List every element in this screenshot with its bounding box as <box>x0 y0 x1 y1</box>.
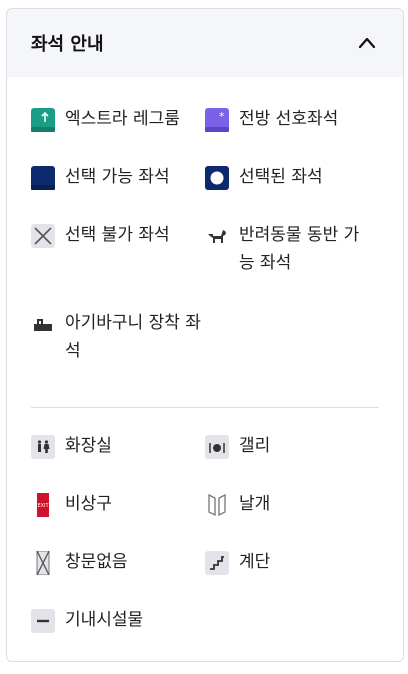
unavailable-seat-icon <box>31 224 55 248</box>
legend-label: 화장실 <box>65 436 112 456</box>
legend-label: 선택된 좌석 <box>239 167 323 187</box>
available-seat-icon <box>31 166 55 190</box>
seat-guide-panel: 좌석 안내 엑스트라 레그룸 * 전방 선호좌석 선택 가능 좌석 선택된 좌석… <box>6 8 404 662</box>
panel-title: 좌석 안내 <box>31 34 104 55</box>
legend-label: 엑스트라 레그룸 <box>65 109 180 129</box>
legend-front-preferred: * 전방 선호좌석 <box>205 107 379 165</box>
facility-legend: 화장실 갤리 EXIT 비상구 날개 창문없음 계단 기내시설물 <box>7 434 403 661</box>
legend-label: 반려동물 동반 가능 좌석 <box>239 225 360 273</box>
lavatory-icon <box>31 435 55 459</box>
legend-exit: EXIT 비상구 <box>31 492 205 550</box>
legend-label: 갤리 <box>239 436 271 456</box>
no-window-icon <box>31 550 55 576</box>
legend-available: 선택 가능 좌석 <box>31 165 205 223</box>
legend-label: 날개 <box>239 494 271 514</box>
legend-label: 선택 가능 좌석 <box>65 167 170 187</box>
legend-bassinet: 아기바구니 장착 좌석 <box>31 311 379 399</box>
wing-icon <box>205 493 229 517</box>
exit-icon: EXIT <box>31 493 55 517</box>
legend-label: 창문없음 <box>65 552 128 572</box>
legend-galley: 갤리 <box>205 434 379 492</box>
legend-label: 아기바구니 장착 좌석 <box>65 313 201 361</box>
legend-pet: 반려동물 동반 가능 좌석 <box>205 223 379 311</box>
minus-icon <box>31 609 55 633</box>
section-divider <box>31 407 379 408</box>
legend-stairs: 계단 <box>205 550 379 608</box>
legend-unavailable: 선택 불가 좌석 <box>31 223 205 311</box>
legend-lavatory: 화장실 <box>31 434 205 492</box>
extra-legroom-seat-icon <box>31 108 55 132</box>
dog-icon <box>205 224 229 248</box>
stairs-icon <box>205 551 229 575</box>
svg-text:*: * <box>219 110 225 123</box>
legend-label: 계단 <box>239 552 271 572</box>
panel-header[interactable]: 좌석 안내 <box>7 9 403 77</box>
legend-label: 선택 불가 좌석 <box>65 225 170 245</box>
front-preferred-seat-icon: * <box>205 108 229 132</box>
legend-label: 기내시설물 <box>65 610 144 630</box>
legend-no-window: 창문없음 <box>31 550 205 608</box>
legend-onboard-facility: 기내시설물 <box>31 608 379 661</box>
legend-selected: 선택된 좌석 <box>205 165 379 223</box>
exit-badge-text: EXIT <box>37 503 49 509</box>
legend-label: 비상구 <box>65 494 112 514</box>
seat-legend: 엑스트라 레그룸 * 전방 선호좌석 선택 가능 좌석 선택된 좌석 선택 불가… <box>7 77 403 399</box>
selected-seat-icon <box>205 166 229 190</box>
legend-extra-legroom: 엑스트라 레그룸 <box>31 107 205 165</box>
legend-wing: 날개 <box>205 492 379 550</box>
chevron-up-icon <box>358 37 376 49</box>
legend-label: 전방 선호좌석 <box>239 109 339 129</box>
collapse-button[interactable] <box>353 29 381 57</box>
galley-icon <box>205 435 229 459</box>
bassinet-icon <box>31 312 55 336</box>
